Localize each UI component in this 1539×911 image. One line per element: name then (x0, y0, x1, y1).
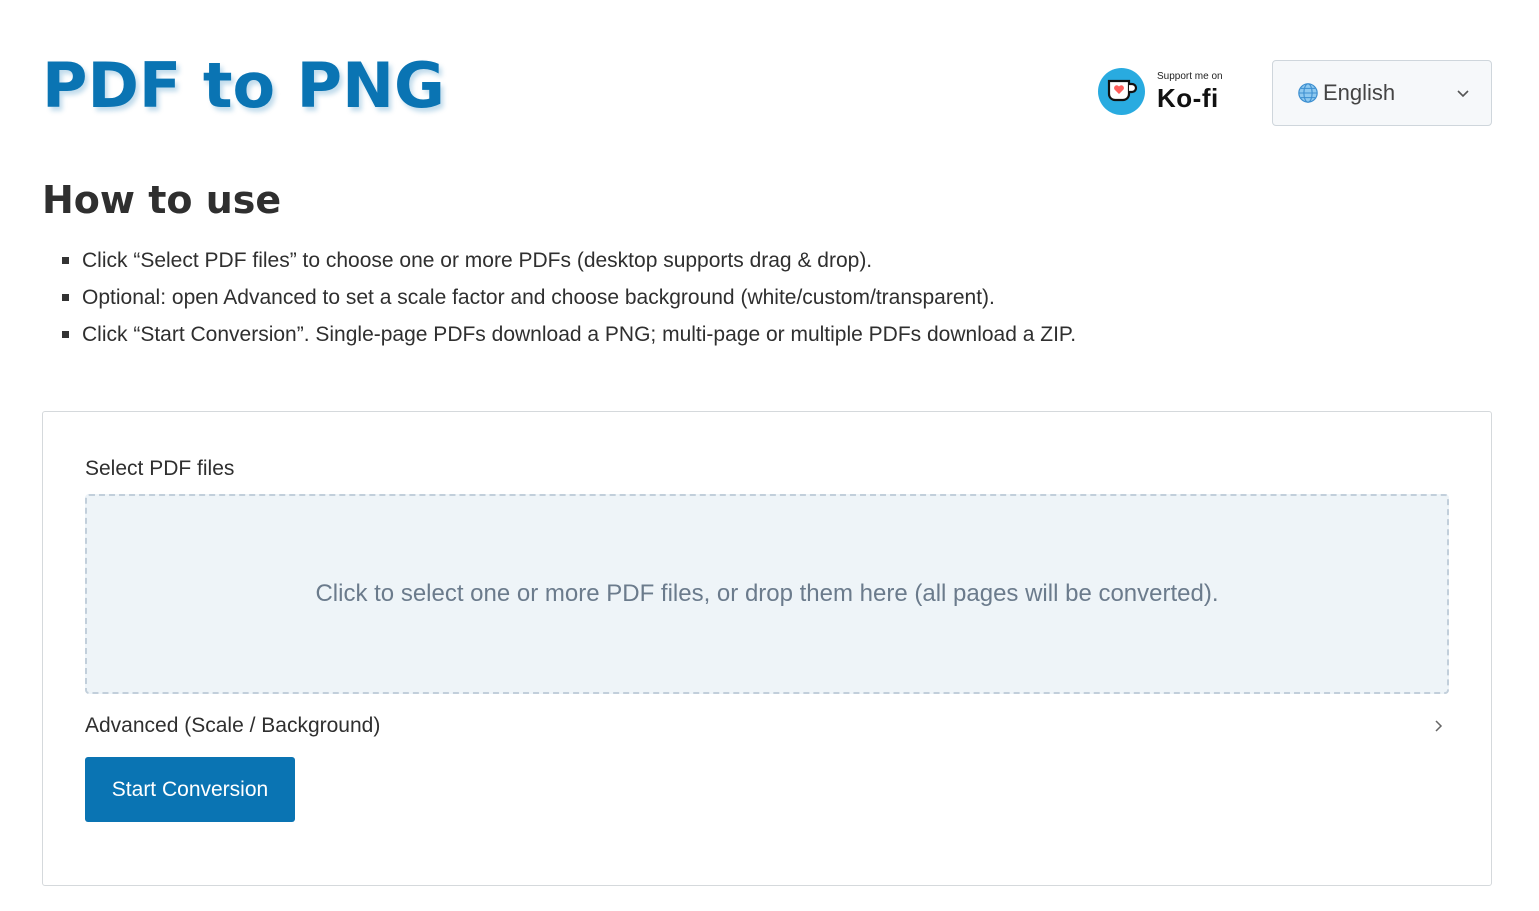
dropzone-text: Click to select one or more PDF files, o… (315, 580, 1219, 607)
advanced-label: Advanced (Scale / Background) (85, 714, 381, 737)
file-dropzone[interactable]: Click to select one or more PDF files, o… (85, 494, 1449, 694)
howto-item-text: Click “Select PDF files” to choose one o… (82, 249, 873, 272)
howto-list: Click “Select PDF files” to choose one o… (62, 242, 1076, 353)
start-conversion-button[interactable]: Start Conversion (85, 757, 295, 822)
page-title: PDF to PNG (42, 49, 445, 122)
kofi-brand-label: Ko-fi (1157, 82, 1219, 113)
language-select[interactable]: English (1272, 60, 1492, 126)
howto-item-text: Optional: open Advanced to set a scale f… (82, 286, 995, 309)
bullet-icon (62, 294, 69, 301)
chevron-down-icon (1457, 90, 1469, 98)
howto-item-text: Click “Start Conversion”. Single-page PD… (82, 323, 1077, 346)
bullet-icon (62, 331, 69, 338)
kofi-support-link[interactable]: Support me on Ko-fi (1098, 66, 1248, 116)
chevron-right-icon (1435, 720, 1443, 732)
language-selected-label: English (1323, 80, 1396, 105)
advanced-toggle[interactable]: Advanced (Scale / Background) (85, 708, 1449, 744)
kofi-small-label: Support me on (1157, 70, 1223, 82)
bullet-icon (62, 257, 69, 264)
kofi-text: Support me on Ko-fi (1157, 70, 1223, 113)
howto-heading: How to use (42, 178, 282, 222)
select-files-label: Select PDF files (85, 457, 235, 480)
list-item: Optional: open Advanced to set a scale f… (62, 279, 1076, 316)
kofi-cup-icon (1098, 67, 1145, 115)
globe-icon (1298, 83, 1318, 103)
converter-card: Select PDF files Click to select one or … (42, 411, 1492, 886)
list-item: Click “Select PDF files” to choose one o… (62, 242, 1076, 279)
list-item: Click “Start Conversion”. Single-page PD… (62, 316, 1076, 353)
